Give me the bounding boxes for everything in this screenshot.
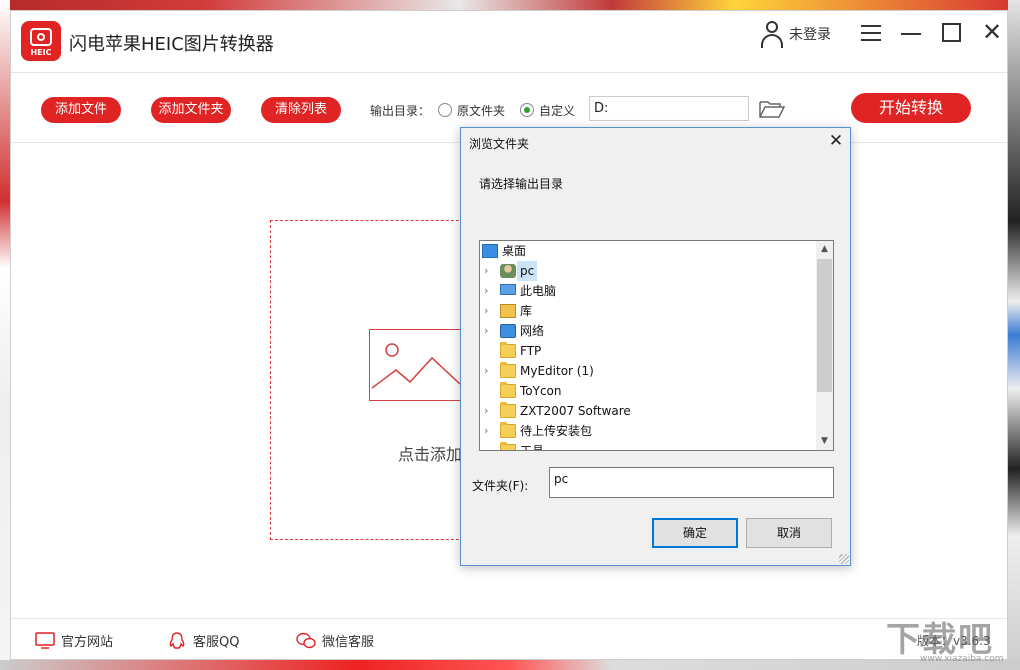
radio-custom-folder-label: 自定义 [539, 104, 576, 118]
tree-item-label: 待上传安装包 [520, 424, 593, 438]
tree-item-label: FTP [520, 344, 542, 358]
tree-item-pc[interactable]: › pc [480, 261, 816, 281]
wechat-icon [296, 632, 316, 648]
tree-item-label: pc [517, 261, 538, 281]
minimize-icon[interactable] [899, 21, 925, 45]
footer: 官方网站 客服QQ 微信客服 版本：v3.6.3 [11, 618, 1007, 659]
image-placeholder-icon [369, 329, 463, 401]
add-file-button[interactable]: 添加文件 [41, 97, 121, 123]
official-website-link[interactable]: 官方网站 [35, 631, 113, 650]
version-label: 版本：v3.6.3 [917, 634, 991, 648]
tree-item-network[interactable]: › 网络 [480, 321, 816, 341]
folder-name-input[interactable] [549, 467, 834, 498]
tree-item-label: MyEditor (1) [520, 364, 594, 378]
scroll-up-icon[interactable]: ▲ [816, 241, 833, 258]
tree-item-label: 桌面 [502, 244, 527, 258]
open-folder-icon[interactable] [759, 99, 786, 119]
login-status: 未登录 [789, 27, 831, 43]
desktop-background-left [0, 0, 10, 670]
folder-icon [500, 442, 516, 450]
dialog-prompt: 请选择输出目录 [479, 177, 564, 191]
menu-bar [861, 39, 881, 41]
menu-bar [861, 25, 881, 27]
folder-field-label: 文件夹(F): [472, 479, 529, 493]
output-path-input[interactable] [589, 96, 749, 121]
radio-original-folder[interactable] [438, 103, 452, 117]
chevron-right-icon[interactable]: › [484, 401, 494, 421]
qq-icon [169, 631, 185, 649]
start-convert-button[interactable]: 开始转换 [851, 93, 971, 123]
output-directory-label: 输出目录： [370, 104, 431, 118]
folder-tree[interactable]: 桌面 › pc › 此电脑 › 库 › 网络 FTP › MyEditor (1… [479, 240, 834, 451]
resize-grip-icon[interactable] [839, 554, 849, 564]
scroll-down-icon[interactable]: ▼ [816, 433, 833, 450]
computer-icon [500, 284, 516, 295]
radio-custom-folder[interactable] [520, 103, 534, 117]
tree-item-pending-packages[interactable]: › 待上传安装包 [480, 421, 816, 441]
menu-bar [861, 32, 881, 34]
tree-item-label: 此电脑 [520, 284, 557, 298]
qq-support-label: 客服QQ [193, 635, 240, 650]
wechat-support-label: 微信客服 [322, 635, 375, 650]
dialog-title: 浏览文件夹 [469, 137, 530, 151]
camera-icon [30, 28, 52, 46]
scroll-thumb[interactable] [817, 259, 832, 392]
maximize-icon[interactable] [939, 21, 965, 45]
close-icon[interactable]: ✕ [979, 20, 1005, 45]
folder-icon [500, 422, 516, 438]
tree-item-tools[interactable]: 工具 [480, 441, 816, 451]
login-button[interactable]: 未登录 [761, 20, 831, 48]
tree-item-label: ToYcon [520, 384, 562, 398]
minimize-glyph [901, 33, 921, 35]
desktop-background-right [1008, 0, 1020, 670]
dialog-close-icon[interactable]: ✕ [825, 132, 847, 152]
chevron-right-icon[interactable]: › [484, 421, 494, 441]
library-icon [500, 304, 516, 318]
tree-item-library[interactable]: › 库 [480, 301, 816, 321]
radio-original-folder-label: 原文件夹 [457, 104, 506, 118]
folder-icon [500, 362, 516, 378]
chevron-right-icon[interactable]: › [484, 261, 494, 281]
menu-icon[interactable] [859, 21, 885, 45]
user-icon [500, 264, 516, 278]
chevron-right-icon[interactable]: › [484, 281, 494, 301]
user-icon [761, 20, 785, 48]
wechat-support-link[interactable]: 微信客服 [296, 631, 374, 650]
tree-scrollbar[interactable]: ▲ ▼ [816, 241, 833, 450]
desktop-background-bottom [0, 660, 1020, 670]
tree-item-this-pc[interactable]: › 此电脑 [480, 281, 816, 301]
tree-item-desktop[interactable]: 桌面 [480, 241, 816, 261]
browse-folder-dialog: 浏览文件夹 ✕ 请选择输出目录 桌面 › pc › 此电脑 › 库 › 网络 F… [460, 127, 851, 566]
tree-item-label: 网络 [520, 324, 545, 338]
app-logo-icon: HEIC [21, 21, 61, 61]
add-folder-button[interactable]: 添加文件夹 [151, 97, 231, 123]
drop-zone-text: 点击添加 [398, 445, 463, 464]
chevron-right-icon[interactable]: › [484, 321, 494, 341]
tree-item-myeditor[interactable]: › MyEditor (1) [480, 361, 816, 381]
chevron-right-icon[interactable]: › [484, 361, 494, 381]
tree-item-label: 库 [520, 304, 533, 318]
qq-support-link[interactable]: 客服QQ [167, 631, 239, 650]
tree-item-ftp[interactable]: FTP [480, 341, 816, 361]
app-logo-label: HEIC [30, 48, 52, 57]
maximize-glyph [942, 23, 961, 42]
title-bar: HEIC 闪电苹果HEIC图片转换器 未登录 ✕ [11, 11, 1007, 73]
tree-item-label: ZXT2007 Software [520, 404, 631, 418]
folder-icon [500, 342, 516, 358]
ok-button[interactable]: 确定 [652, 518, 738, 548]
folder-icon [500, 402, 516, 418]
official-website-label: 官方网站 [61, 635, 114, 650]
app-title: 闪电苹果HEIC图片转换器 [69, 34, 274, 55]
monitor-icon [35, 631, 55, 649]
cancel-button[interactable]: 取消 [746, 518, 832, 548]
tree-item-zxt2007[interactable]: › ZXT2007 Software [480, 401, 816, 421]
tree-item-toycon[interactable]: ToYcon [480, 381, 816, 401]
tree-item-label: 工具 [520, 444, 545, 451]
chevron-right-icon[interactable]: › [484, 301, 494, 321]
network-icon [500, 324, 516, 338]
folder-icon [500, 382, 516, 398]
clear-list-button[interactable]: 清除列表 [261, 97, 341, 123]
desktop-icon [482, 244, 498, 258]
